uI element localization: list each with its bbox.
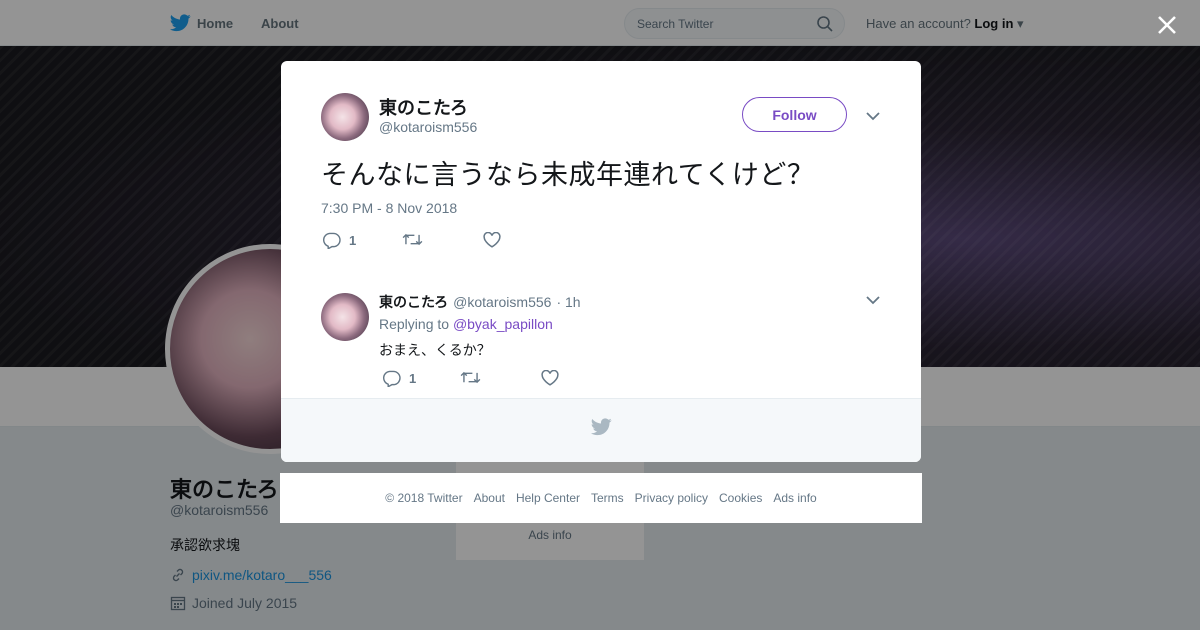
retweet-icon [460,371,481,384]
close-icon[interactable] [1154,12,1180,38]
reply-button[interactable]: 1 [322,232,356,249]
retweet-button[interactable] [402,232,423,247]
tweet-author-handle[interactable]: @kotaroism556 [379,119,477,135]
like-icon [483,232,501,248]
chevron-down-icon[interactable] [866,111,880,121]
retweet-button[interactable] [460,370,481,385]
retweet-icon [402,233,423,246]
replying-to-link[interactable]: @byak_papillon [453,316,553,332]
footer-copyright: © 2018 Twitter [385,491,463,505]
footer-terms[interactable]: Terms [591,491,624,505]
tweet-author-avatar[interactable] [321,93,369,141]
like-icon [541,370,559,386]
reply-text: おまえ、くるか？ [379,342,491,358]
reply-icon [322,232,341,249]
footer-cookies[interactable]: Cookies [719,491,762,505]
footer-ads-info[interactable]: Ads info [773,491,816,505]
footer-help-center[interactable]: Help Center [516,491,580,505]
chevron-down-icon[interactable] [866,295,880,305]
replying-prefix: Replying to [379,316,450,332]
reply-icon [382,370,401,387]
tweet-author-name[interactable]: 東のこたろ [379,94,468,120]
footer-about[interactable]: About [474,491,505,505]
follow-button[interactable]: Follow [742,97,847,132]
like-button[interactable] [541,370,559,386]
tweet-timestamp[interactable]: 7:30 PM - 8 Nov 2018 [321,200,457,216]
reply-author-handle[interactable]: @kotaroism556 [453,294,551,310]
reply-author-avatar[interactable] [321,293,369,341]
like-button[interactable] [483,232,501,248]
reply-time[interactable]: · 1h [556,294,580,310]
footer-privacy[interactable]: Privacy policy [635,491,708,505]
tweet-modal: 東のこたろ @kotaroism556 Follow そんなに言うなら未成年連れ… [281,61,921,462]
reply-header: 東のこたろ @kotaroism556 · 1h [379,292,581,312]
replying-to: Replying to @byak_papillon [379,316,553,332]
reply-button[interactable]: 1 [382,370,416,387]
reply-author-name[interactable]: 東のこたろ [379,292,448,312]
tweet-text: そんなに言うなら未成年連れてくけど？ [321,160,815,190]
twitter-bird-icon [591,418,612,436]
reply-count: 1 [409,371,417,386]
site-footer: © 2018 Twitter About Help Center Terms P… [280,473,922,523]
modal-footer [281,398,921,462]
reply-count: 1 [349,233,357,248]
